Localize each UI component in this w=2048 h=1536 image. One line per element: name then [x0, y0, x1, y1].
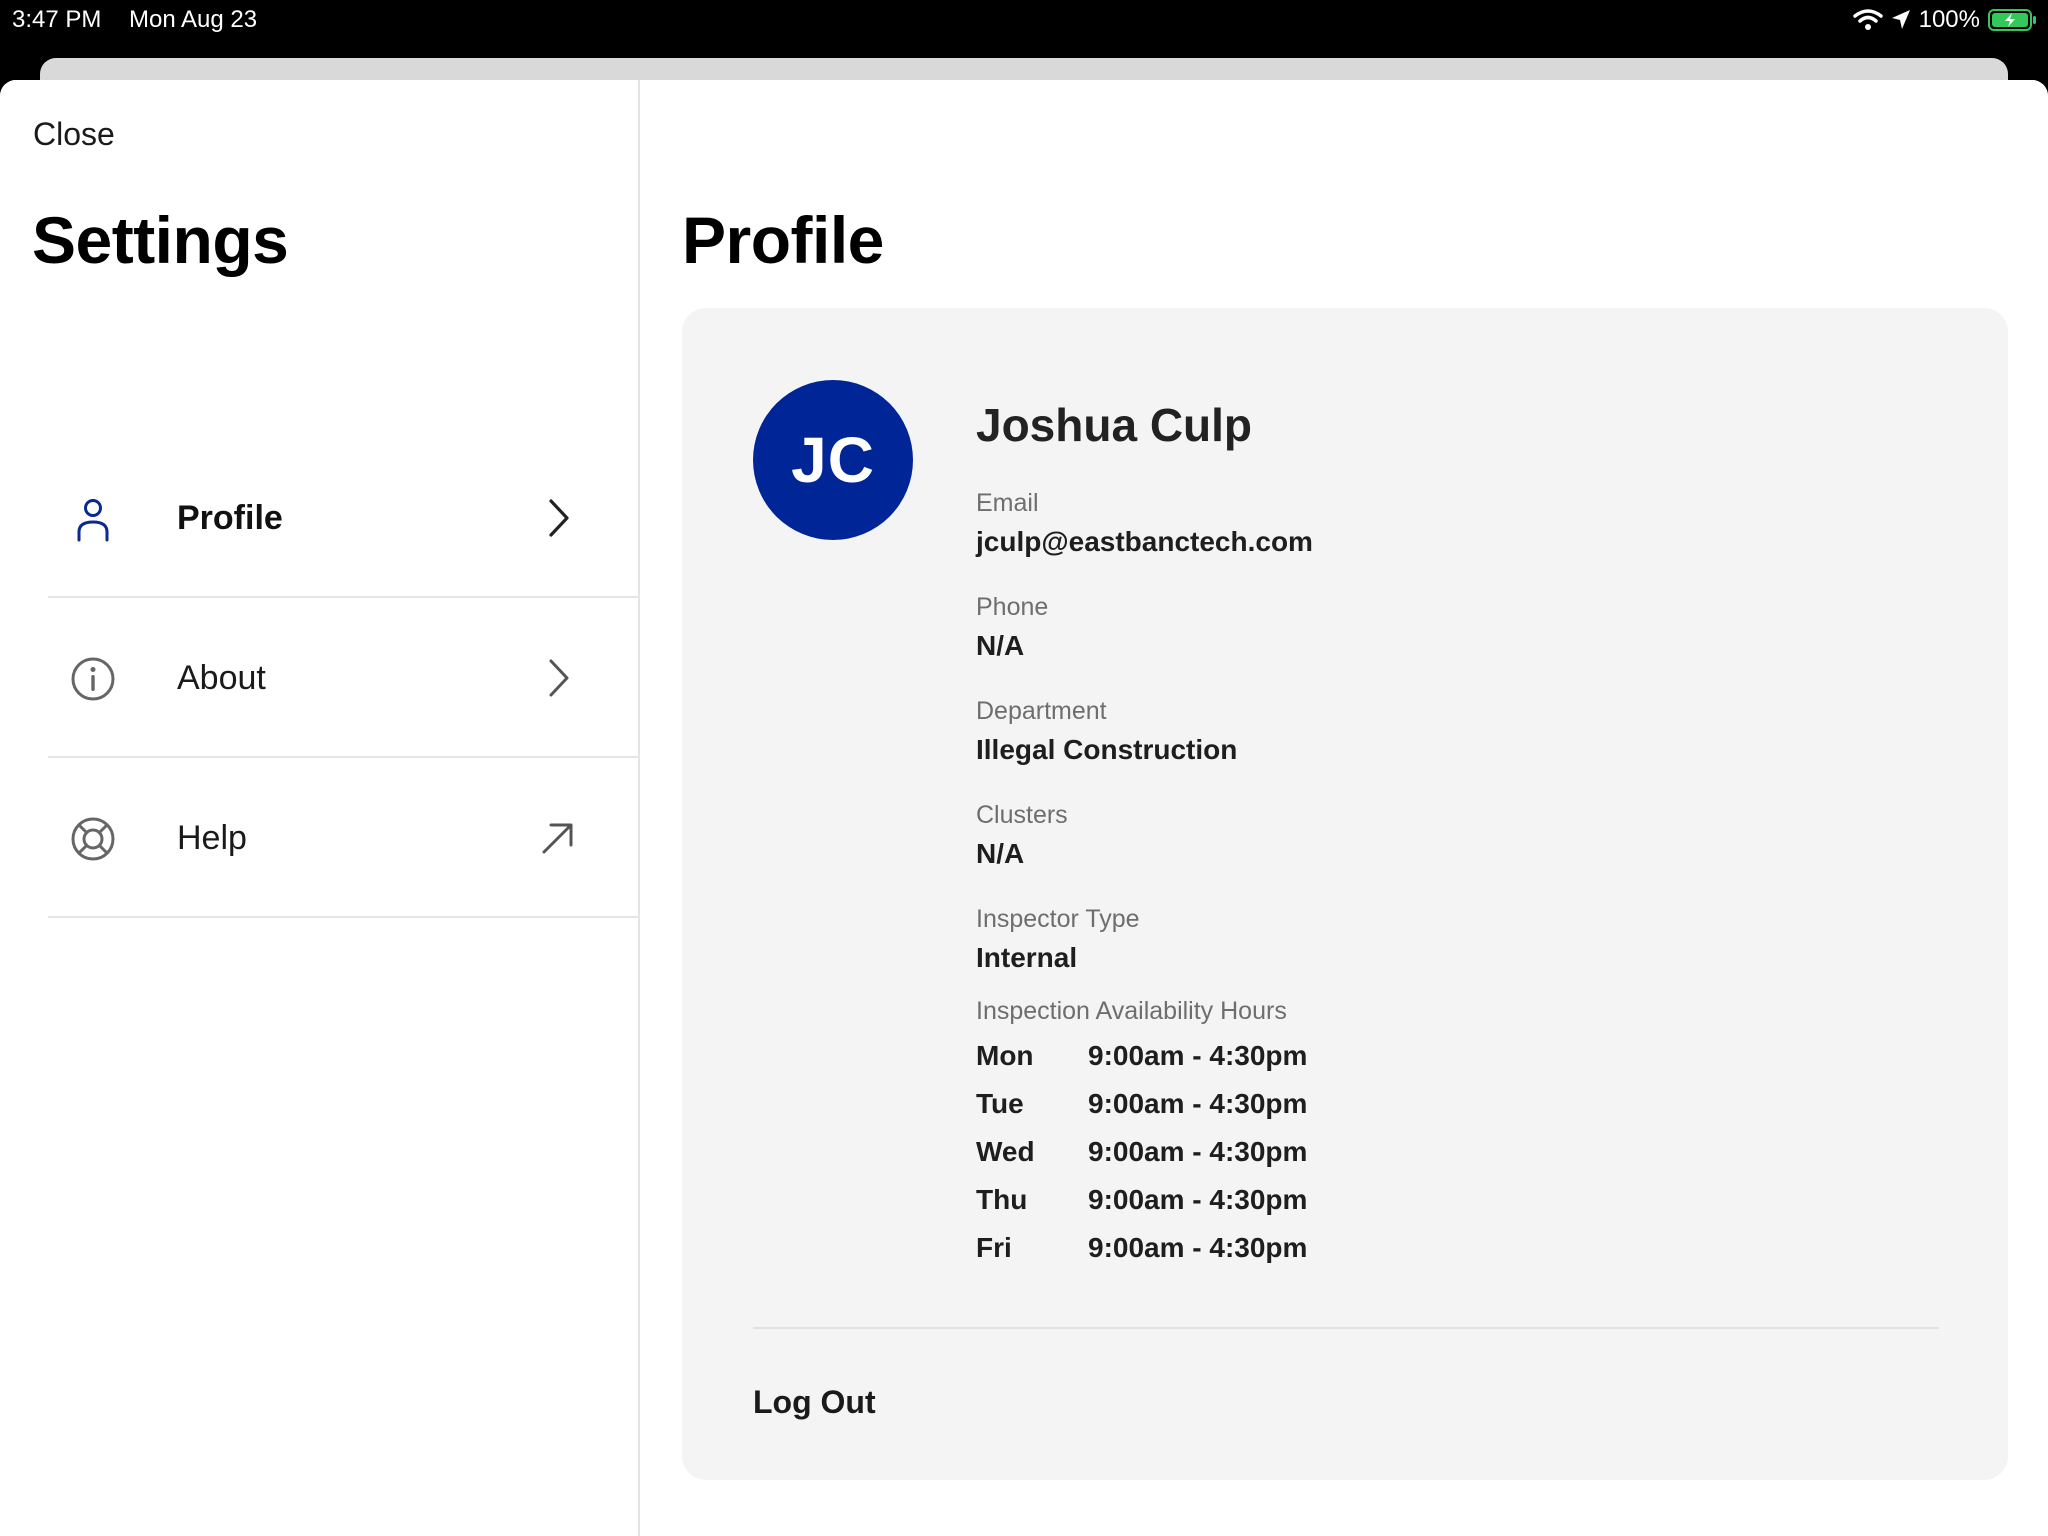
sidebar-item-about[interactable]: About	[48, 598, 640, 758]
field-department: Department Illegal Construction	[976, 694, 1876, 798]
profile-fields: Email jculp@eastbanctech.com Phone N/A D…	[976, 486, 1876, 1006]
location-arrow-icon	[1891, 9, 1911, 31]
hours-time: 9:00am - 4:30pm	[1088, 1184, 1308, 1215]
hours-day: Mon	[976, 1040, 1034, 1071]
sidebar-item-label: Help	[177, 819, 247, 857]
hours-time: 9:00am - 4:30pm	[1088, 1040, 1308, 1071]
hours-day: Wed	[976, 1136, 1035, 1167]
settings-sidebar: Close Settings Profile About Help	[0, 80, 640, 1536]
page-title: Profile	[682, 203, 884, 277]
hours-row: Mon 9:00am - 4:30pm	[976, 1032, 1476, 1080]
hours-time: 9:00am - 4:30pm	[1088, 1088, 1308, 1119]
field-label: Email	[976, 489, 1039, 517]
field-label: Department	[976, 697, 1107, 725]
field-value: N/A	[976, 838, 1025, 869]
external-arrow-icon	[538, 818, 578, 858]
chevron-right-icon	[538, 658, 578, 698]
field-clusters: Clusters N/A	[976, 798, 1876, 902]
logout-button[interactable]: Log Out	[753, 1384, 876, 1421]
lifebuoy-icon	[70, 816, 116, 862]
hours-day: Fri	[976, 1232, 1012, 1263]
battery-percent: 100%	[1918, 6, 1980, 33]
settings-menu: Profile About Help	[48, 438, 640, 918]
field-email: Email jculp@eastbanctech.com	[976, 486, 1876, 590]
hours-row: Tue 9:00am - 4:30pm	[976, 1080, 1476, 1128]
sidebar-item-help[interactable]: Help	[48, 758, 640, 918]
availability-hours-label: Inspection Availability Hours	[976, 997, 1287, 1025]
hours-row: Fri 9:00am - 4:30pm	[976, 1224, 1476, 1272]
status-time: 3:47 PM	[12, 6, 102, 33]
settings-title: Settings	[32, 203, 289, 277]
hours-time: 9:00am - 4:30pm	[1088, 1136, 1308, 1167]
hours-time: 9:00am - 4:30pm	[1088, 1232, 1308, 1263]
hours-day: Tue	[976, 1088, 1024, 1119]
sidebar-item-label: Profile	[177, 499, 283, 537]
status-bar: 3:47 PM Mon Aug 23 100%	[0, 0, 2048, 40]
field-phone: Phone N/A	[976, 590, 1876, 694]
info-icon	[70, 656, 116, 702]
field-value: Internal	[976, 942, 1078, 973]
status-date: Mon Aug 23	[129, 6, 258, 33]
close-button[interactable]: Close	[33, 116, 115, 153]
field-value: jculp@eastbanctech.com	[976, 526, 1313, 557]
field-value: N/A	[976, 630, 1025, 661]
field-value: Illegal Construction	[976, 734, 1238, 765]
field-label: Inspector Type	[976, 905, 1140, 933]
user-name: Joshua Culp	[976, 399, 1253, 451]
hours-row: Thu 9:00am - 4:30pm	[976, 1176, 1476, 1224]
availability-hours-list: Mon 9:00am - 4:30pm Tue 9:00am - 4:30pm …	[976, 1032, 1476, 1272]
wifi-icon	[1852, 8, 1883, 32]
field-label: Phone	[976, 593, 1049, 621]
profile-panel: Profile JC Joshua Culp Email jculp@eastb…	[642, 80, 2048, 1536]
sidebar-item-profile[interactable]: Profile	[48, 438, 640, 598]
hours-day: Thu	[976, 1184, 1028, 1215]
profile-card: JC Joshua Culp Email jculp@eastbanctech.…	[682, 308, 2008, 1480]
person-icon	[70, 496, 116, 542]
field-label: Clusters	[976, 801, 1068, 829]
divider	[753, 1327, 1939, 1329]
sidebar-item-label: About	[177, 659, 266, 697]
settings-modal: Close Settings Profile About Help Profil…	[0, 80, 2048, 1536]
avatar: JC	[753, 380, 913, 540]
chevron-right-icon	[538, 498, 578, 538]
battery-charging-icon	[1988, 8, 2038, 32]
status-indicators: 100%	[1852, 0, 2038, 40]
hours-row: Wed 9:00am - 4:30pm	[976, 1128, 1476, 1176]
field-inspector-type: Inspector Type Internal	[976, 902, 1876, 1006]
